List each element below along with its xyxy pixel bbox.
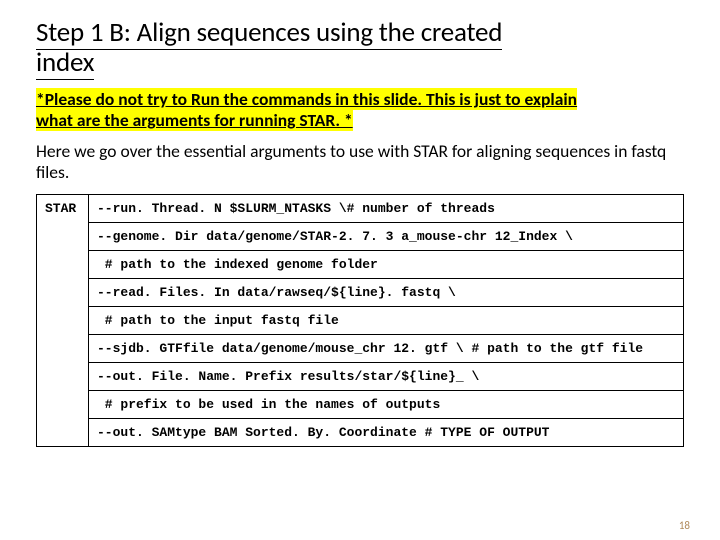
code-line: --run. Thread. N $SLURM_NTASKS \# number… <box>89 194 684 222</box>
code-line: --out. SAMtype BAM Sorted. By. Coordinat… <box>89 418 684 446</box>
disclaimer-line-1: *Please do not try to Run the commands i… <box>36 88 577 110</box>
title-line-2: index <box>36 46 94 80</box>
intro-text: Here we go over the essential arguments … <box>36 141 688 181</box>
title-line-1: Step 1 B: Align sequences using the crea… <box>36 16 502 50</box>
code-line: # path to the input fastq file <box>89 306 684 334</box>
code-line: # prefix to be used in the names of outp… <box>89 390 684 418</box>
disclaimer-block: *Please do not try to Run the commands i… <box>36 89 688 131</box>
code-line: --out. File. Name. Prefix results/star/$… <box>89 362 684 390</box>
code-command: STAR <box>37 194 89 446</box>
disclaimer-line-2: what are the arguments for running STAR.… <box>36 109 353 131</box>
code-line: --read. Files. In data/rawseq/${line}. f… <box>89 278 684 306</box>
page-number: 18 <box>679 519 690 532</box>
code-line: --genome. Dir data/genome/STAR-2. 7. 3 a… <box>89 222 684 250</box>
code-table: STAR --run. Thread. N $SLURM_NTASKS \# n… <box>36 194 684 447</box>
slide-title: Step 1 B: Align sequences using the crea… <box>36 18 688 77</box>
code-line: --sjdb. GTFfile data/genome/mouse_chr 12… <box>89 334 684 362</box>
code-line: # path to the indexed genome folder <box>89 250 684 278</box>
